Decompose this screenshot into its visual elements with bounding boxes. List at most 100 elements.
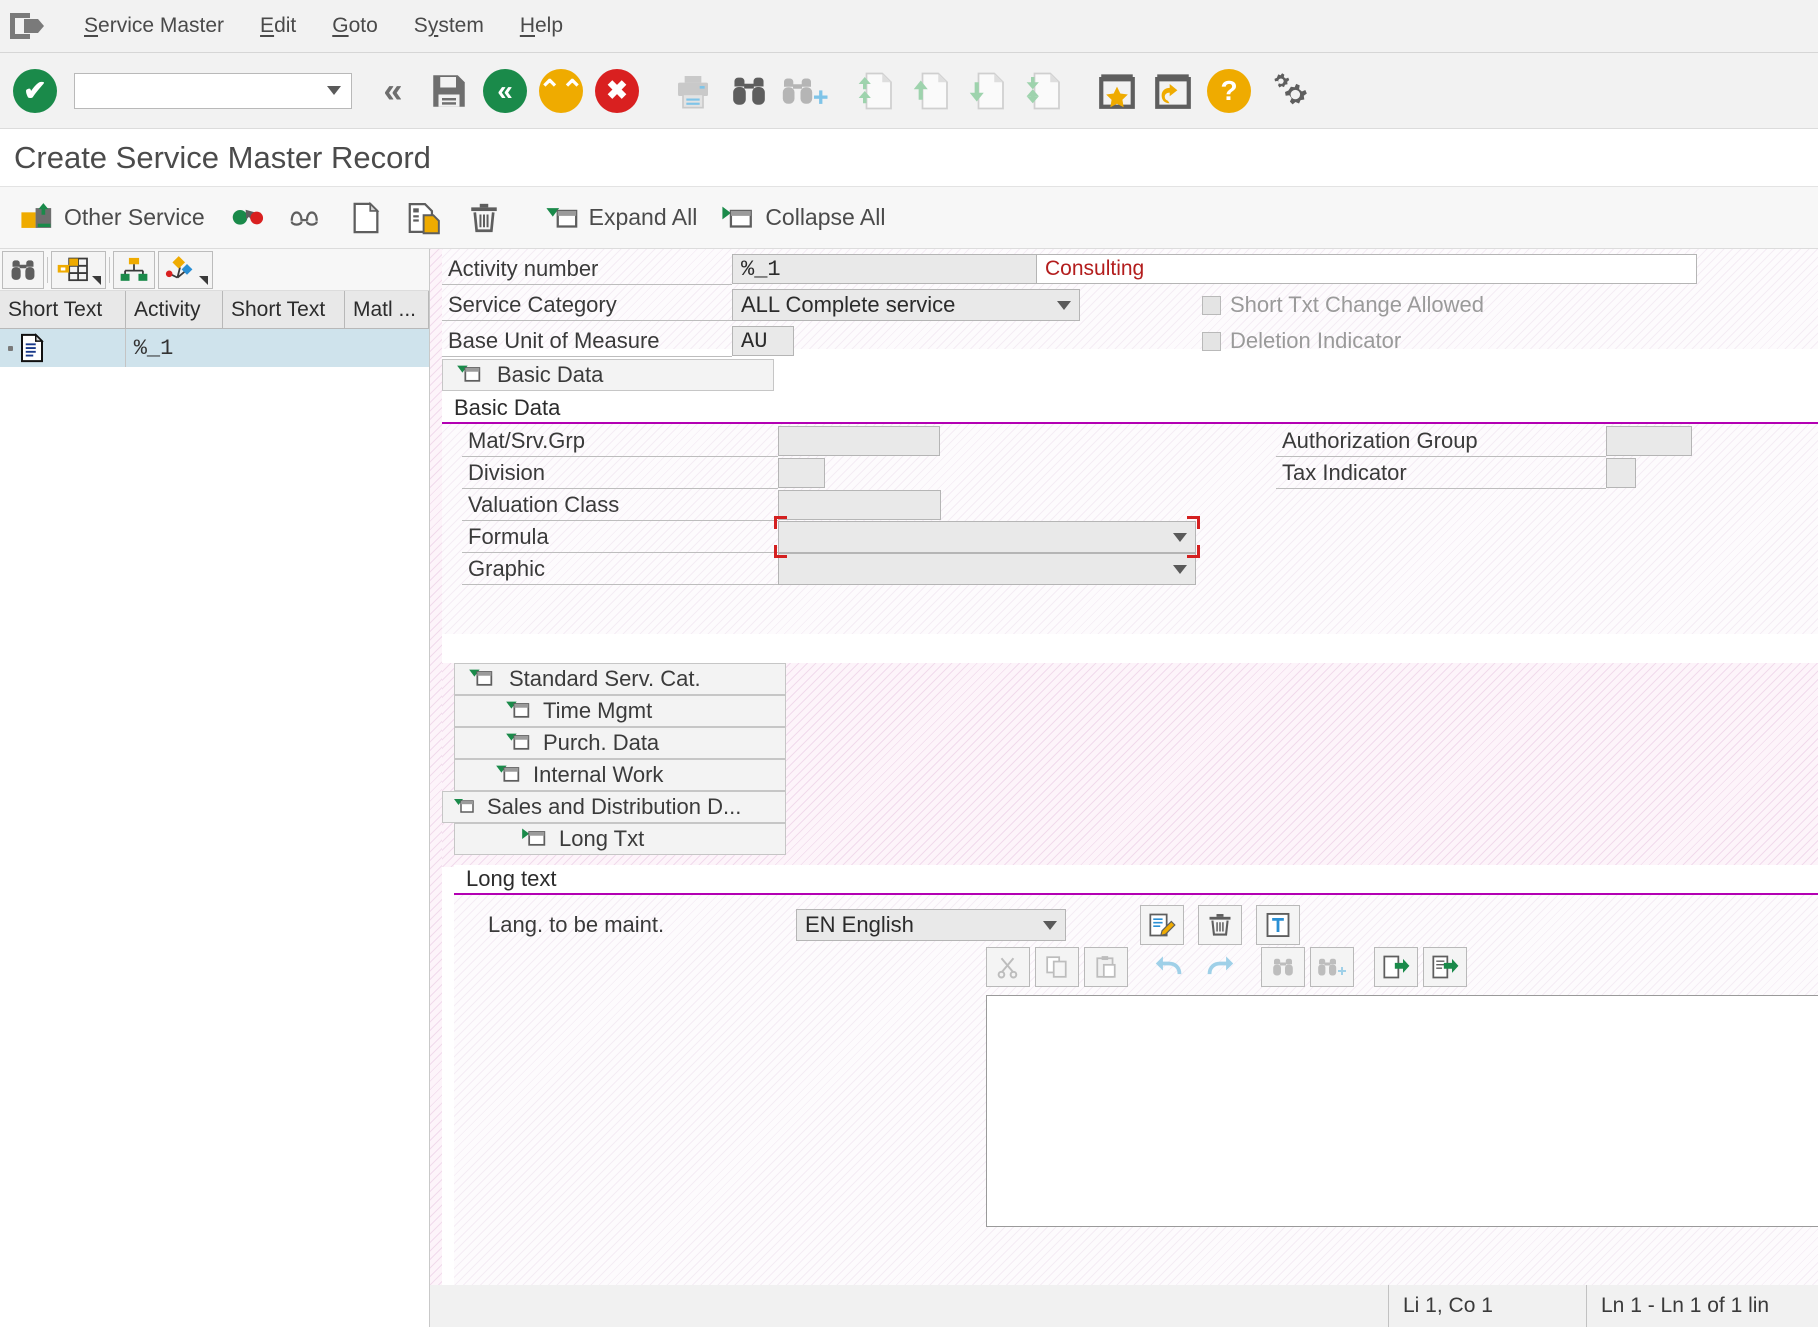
formula-label: Formula — [462, 521, 778, 553]
lt-paste-button[interactable] — [1084, 947, 1128, 987]
tree-row-activity[interactable]: %_1 — [125, 329, 429, 367]
other-service-button[interactable]: Other Service — [10, 193, 215, 243]
deletion-indicator-checkbox-row[interactable]: Deletion Indicator — [1202, 328, 1401, 354]
focus-marker-br — [1187, 545, 1200, 558]
tax-indicator-input[interactable] — [1606, 458, 1636, 488]
binoculars-plus-icon — [782, 78, 828, 104]
new-entry-button[interactable] — [339, 193, 393, 243]
division-input[interactable] — [778, 458, 825, 488]
mat-srv-grp-input[interactable] — [778, 426, 940, 456]
new-session-button[interactable] — [1148, 65, 1198, 117]
menu-item-goto[interactable]: Goto — [314, 10, 396, 42]
service-category-select[interactable]: ALL Complete service — [732, 289, 1080, 321]
chevron-down-icon[interactable] — [1043, 920, 1057, 930]
activity-description-input[interactable]: Consulting — [1037, 254, 1697, 284]
tree-find-button[interactable] — [2, 250, 44, 289]
editor-status-bar: Li 1, Co 1 Ln 1 - Ln 1 of 1 lin — [430, 1285, 1818, 1327]
collapse-all-button[interactable]: Collapse All — [711, 193, 895, 243]
tab-standard-serv-cat[interactable]: Standard Serv. Cat. — [454, 663, 786, 695]
print-button[interactable] — [668, 65, 718, 117]
valuation-class-input[interactable] — [778, 490, 941, 520]
short-txt-change-allowed-checkbox-row[interactable]: Short Txt Change Allowed — [1202, 292, 1484, 318]
tab-time-mgmt[interactable]: Time Mgmt — [454, 695, 786, 727]
tree-graph-button[interactable] — [158, 250, 213, 289]
delete-entry-button[interactable] — [457, 193, 511, 243]
tree-hierarchy-button[interactable] — [113, 250, 155, 289]
tree-column-matl[interactable]: Matl ... — [345, 291, 429, 328]
undo-arrow-icon — [1155, 956, 1182, 975]
tab-sales-and-distribution[interactable]: Sales and Distribution D... — [442, 791, 786, 823]
lt-insert-line-button[interactable] — [1374, 947, 1418, 987]
lt-delete-button[interactable] — [1198, 905, 1242, 945]
tab-internal-work[interactable]: Internal Work — [454, 759, 786, 791]
table-row[interactable]: %_1 — [0, 329, 429, 367]
previous-page-button[interactable] — [908, 65, 958, 117]
chevron-down-icon[interactable] — [1057, 300, 1071, 310]
menu-item-service-master[interactable]: Service Master — [66, 10, 242, 42]
command-field[interactable] — [74, 72, 352, 109]
favorites-button[interactable] — [1092, 65, 1142, 117]
display-mode-button[interactable] — [279, 193, 335, 243]
base-unit-of-measure-input[interactable]: AU — [732, 326, 794, 356]
chevron-down-icon[interactable] — [199, 275, 208, 285]
mat-srv-grp-label: Mat/Srv.Grp — [462, 425, 778, 457]
menu-item-help[interactable]: Help — [502, 10, 581, 42]
star-box-icon — [1099, 73, 1135, 109]
activity-number-input[interactable]: %_1 — [732, 254, 1037, 284]
lt-text-button[interactable] — [1256, 905, 1300, 945]
tree-row-icon-cell[interactable] — [0, 329, 126, 367]
trash-icon — [470, 203, 497, 232]
copy-entry-button[interactable] — [397, 193, 453, 243]
expand-all-button[interactable]: Expand All — [535, 193, 708, 243]
customize-button[interactable] — [1260, 65, 1310, 117]
green-back-button[interactable]: « — [480, 65, 530, 117]
expand-node-icon — [506, 701, 530, 718]
chevron-down-icon[interactable] — [1173, 532, 1187, 542]
long-text-editor[interactable] — [986, 995, 1818, 1227]
menu-item-system[interactable]: System — [396, 10, 502, 42]
lt-copy-button[interactable] — [1035, 947, 1079, 987]
lt-edit-button[interactable] — [1140, 905, 1184, 945]
tab-basic-data-label: Basic Data — [497, 362, 604, 387]
tab-long-txt[interactable]: Long Txt — [454, 823, 786, 855]
first-page-button[interactable] — [852, 65, 902, 117]
exit-button[interactable]: ⌃⌃ — [536, 65, 586, 117]
language-select[interactable]: EN English — [796, 909, 1066, 941]
lt-find-button[interactable] — [1261, 947, 1305, 987]
tree-filter-button[interactable] — [51, 250, 106, 289]
tree-column-short-text[interactable]: Short Text — [0, 291, 126, 328]
graphic-select[interactable] — [778, 553, 1196, 585]
authorization-group-input[interactable] — [1606, 426, 1692, 456]
redo-arrow-icon — [1207, 956, 1234, 975]
next-page-button[interactable] — [964, 65, 1014, 117]
tree-column-short-text-2[interactable]: Short Text — [223, 291, 345, 328]
chevron-down-icon[interactable] — [327, 86, 341, 95]
short-txt-change-allowed-checkbox[interactable] — [1202, 295, 1221, 315]
tree-column-activity[interactable]: Activity — [126, 291, 223, 328]
enter-button[interactable] — [10, 65, 60, 117]
tab-purch-data[interactable]: Purch. Data — [454, 727, 786, 759]
last-page-button[interactable] — [1020, 65, 1070, 117]
find-button[interactable] — [724, 65, 774, 117]
lt-cut-button[interactable] — [986, 947, 1030, 987]
collapse-all-label: Collapse All — [765, 204, 886, 230]
cancel-button[interactable]: ✖ — [592, 65, 642, 117]
lt-redo-button[interactable] — [1197, 947, 1241, 987]
display-change-button[interactable] — [219, 193, 275, 243]
status-cursor-position: Li 1, Co 1 — [1388, 1285, 1586, 1327]
tab-basic-data[interactable]: Basic Data — [442, 359, 774, 391]
menu-bar: Service Master Edit Goto System Help — [0, 0, 1818, 53]
expand-node-icon — [454, 799, 474, 813]
find-next-button[interactable] — [780, 65, 830, 117]
help-button[interactable]: ? — [1204, 65, 1254, 117]
chevron-down-icon[interactable] — [1173, 564, 1187, 574]
formula-select[interactable] — [778, 521, 1196, 553]
deletion-indicator-checkbox[interactable] — [1202, 331, 1221, 351]
chevron-down-icon[interactable] — [92, 275, 101, 285]
lt-undo-button[interactable] — [1148, 947, 1192, 987]
menu-item-edit[interactable]: Edit — [242, 10, 314, 42]
back-button[interactable]: « — [368, 65, 418, 117]
lt-find-next-button[interactable] — [1310, 947, 1354, 987]
lt-goto-line-button[interactable] — [1423, 947, 1467, 987]
save-button[interactable] — [424, 65, 474, 117]
